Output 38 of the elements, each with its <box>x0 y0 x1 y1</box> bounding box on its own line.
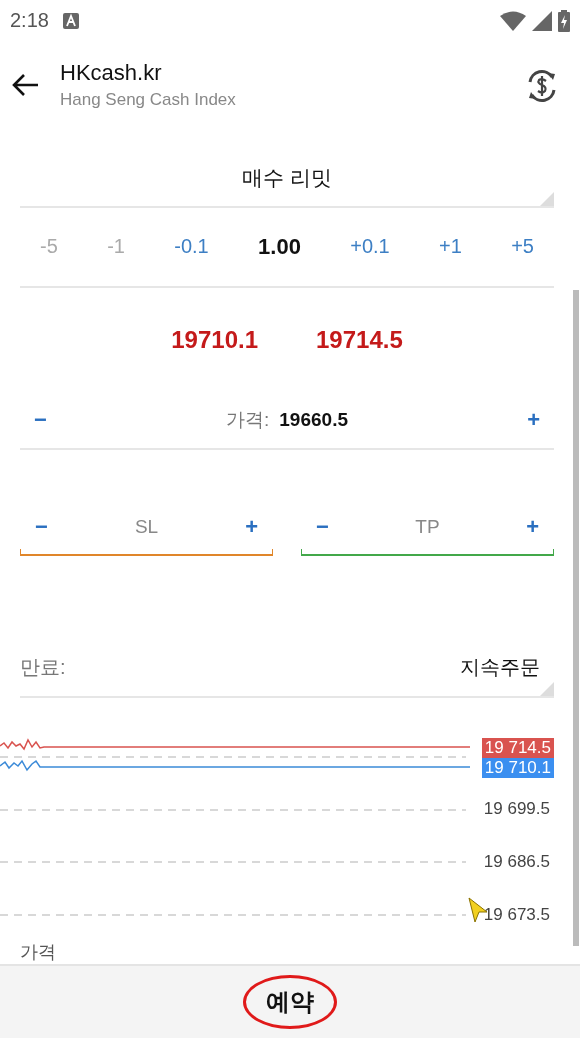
dropdown-corner-icon <box>540 681 554 696</box>
expiry-value: 지속주문 <box>460 655 540 681</box>
battery-icon <box>558 9 570 32</box>
increase-button[interactable]: + <box>241 513 262 540</box>
place-order-button[interactable]: 예약 <box>243 975 337 1030</box>
back-arrow-icon[interactable] <box>12 72 40 97</box>
volume-step-button[interactable]: +1 <box>439 235 462 259</box>
symbol-subtitle: Hang Seng Cash Index <box>60 89 237 110</box>
increase-button[interactable]: + <box>523 406 544 433</box>
decrease-button[interactable]: − <box>312 513 333 540</box>
volume-step-button[interactable]: -0.1 <box>174 235 209 259</box>
axis-label: 19 699.5 <box>483 798 550 819</box>
expiry-label: 만료: <box>20 655 66 681</box>
increase-button[interactable]: + <box>522 513 543 540</box>
stop-label: SL <box>133 515 160 538</box>
wifi-icon <box>500 10 526 31</box>
volume-step-button[interactable]: +5 <box>511 235 534 259</box>
symbol-title: HKcash.kr <box>60 59 163 86</box>
stop-label: TP <box>414 515 441 538</box>
price-label: 가격: <box>226 407 270 432</box>
signal-icon <box>532 10 552 31</box>
expiry-dropdown[interactable]: 만료: 지속주문 <box>20 639 554 698</box>
keyboard-notification-icon <box>62 12 79 29</box>
volume-step-button[interactable]: +0.1 <box>350 235 390 259</box>
quote-price: 19714.5 <box>316 325 403 354</box>
volume-value: 1.00 <box>258 233 301 260</box>
ask-price-tag: 19 714.5 <box>481 737 554 758</box>
price-caption: 가격 <box>20 941 56 965</box>
bid-price-tag: 19 710.1 <box>481 757 554 778</box>
price-value[interactable]: 19660.5 <box>279 408 348 431</box>
order-type-dropdown[interactable]: 매수 리밋 <box>20 149 554 208</box>
status-time: 2:18 <box>10 9 49 33</box>
dropdown-corner-icon <box>540 191 554 206</box>
axis-label: 19 686.5 <box>483 851 550 872</box>
quote-price: 19710.1 <box>171 325 258 354</box>
decrease-button[interactable]: − <box>30 406 51 433</box>
axis-label: 19 673.5 <box>483 904 550 925</box>
decrease-button[interactable]: − <box>31 513 52 540</box>
